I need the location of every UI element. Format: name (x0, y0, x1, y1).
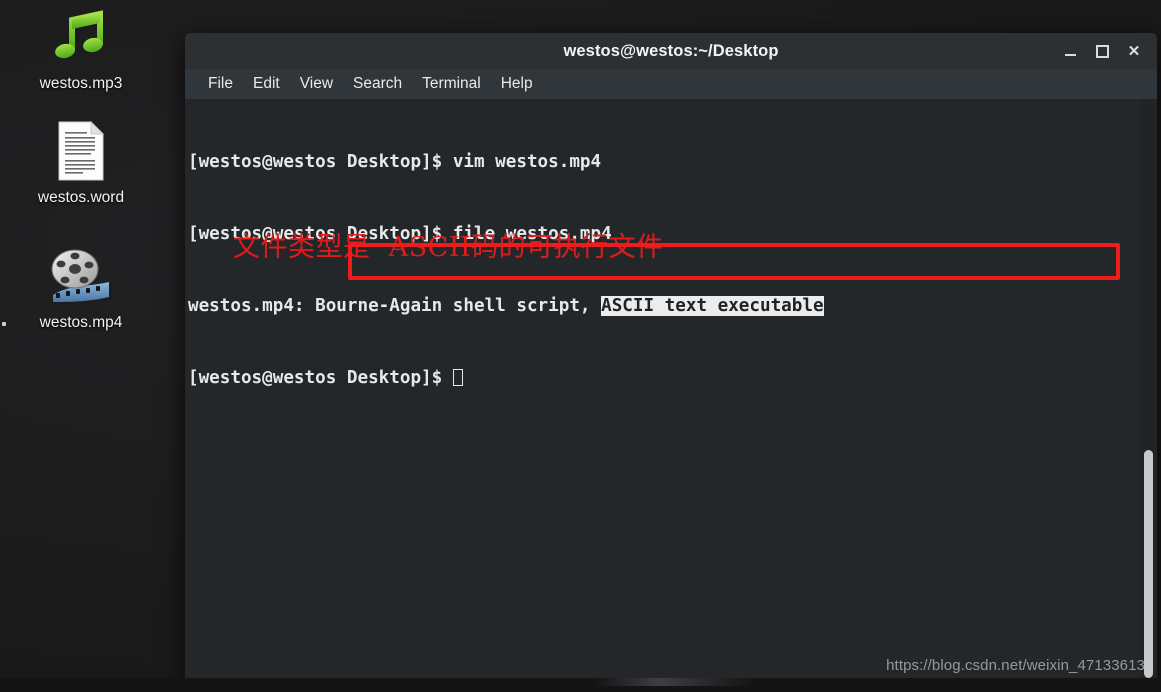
terminal-cursor (452, 369, 463, 386)
menu-item-terminal[interactable]: Terminal (412, 72, 491, 96)
film-reel-icon (6, 245, 156, 307)
terminal-window: westos@westos:~/Desktop ✕ File Edit View… (185, 33, 1157, 678)
menu-item-view[interactable]: View (290, 72, 343, 96)
desktop-icon-westos-word[interactable]: westos.word (6, 120, 156, 207)
terminal-line: [westos@westos Desktop]$ (188, 366, 1131, 390)
minimize-button[interactable] (1055, 36, 1085, 66)
desktop-icon-westos-mp3[interactable]: westos.mp3 (6, 6, 156, 93)
taskbar-highlight (595, 678, 755, 686)
desktop-icon-label: westos.mp3 (39, 75, 123, 92)
music-note-icon (6, 6, 156, 68)
window-titlebar[interactable]: westos@westos:~/Desktop ✕ (185, 33, 1157, 69)
close-button[interactable]: ✕ (1119, 36, 1149, 66)
watermark: https://blog.csdn.net/weixin_47133613 (886, 657, 1145, 674)
terminal-prompt: [westos@westos Desktop]$ (188, 368, 453, 388)
window-title: westos@westos:~/Desktop (563, 41, 779, 60)
annotation-text: 文件类型是 ASCII码的可执行文件 (233, 232, 664, 263)
terminal-output: [westos@westos Desktop]$ vim westos.mp4 … (188, 102, 1131, 438)
terminal-line: [westos@westos Desktop]$ vim westos.mp4 (188, 150, 1131, 174)
desktop-artifact-dot (2, 322, 6, 326)
menu-item-edit[interactable]: Edit (243, 72, 290, 96)
minimize-icon (1064, 53, 1076, 56)
desktop: westos.mp3 westos.word westos.mp4 westos… (0, 0, 1161, 692)
taskbar[interactable] (0, 678, 1161, 692)
window-controls: ✕ (1055, 33, 1149, 69)
terminal-command: vim westos.mp4 (452, 152, 602, 172)
menu-item-search[interactable]: Search (343, 72, 412, 96)
desktop-icon-westos-mp4[interactable]: westos.mp4 (6, 245, 156, 332)
close-icon: ✕ (1127, 42, 1141, 60)
terminal-output-text: westos.mp4: Bourne-Again shell script, (188, 296, 602, 316)
terminal-prompt: [westos@westos Desktop]$ (188, 152, 453, 172)
maximize-button[interactable] (1087, 36, 1117, 66)
menu-item-file[interactable]: File (198, 72, 243, 96)
desktop-icon-label: westos.word (37, 189, 125, 206)
desktop-icon-label: westos.mp4 (39, 314, 123, 331)
menu-item-help[interactable]: Help (491, 72, 543, 96)
scrollbar-thumb[interactable] (1144, 450, 1153, 678)
menubar: File Edit View Search Terminal Help (185, 69, 1157, 99)
terminal-line: westos.mp4: Bourne-Again shell script, A… (188, 294, 1131, 318)
terminal-body[interactable]: [westos@westos Desktop]$ vim westos.mp4 … (185, 99, 1157, 678)
terminal-output-highlight: ASCII text executable (601, 296, 824, 316)
terminal-scrollbar[interactable] (1140, 99, 1157, 678)
maximize-icon (1095, 44, 1109, 58)
document-icon (6, 120, 156, 182)
